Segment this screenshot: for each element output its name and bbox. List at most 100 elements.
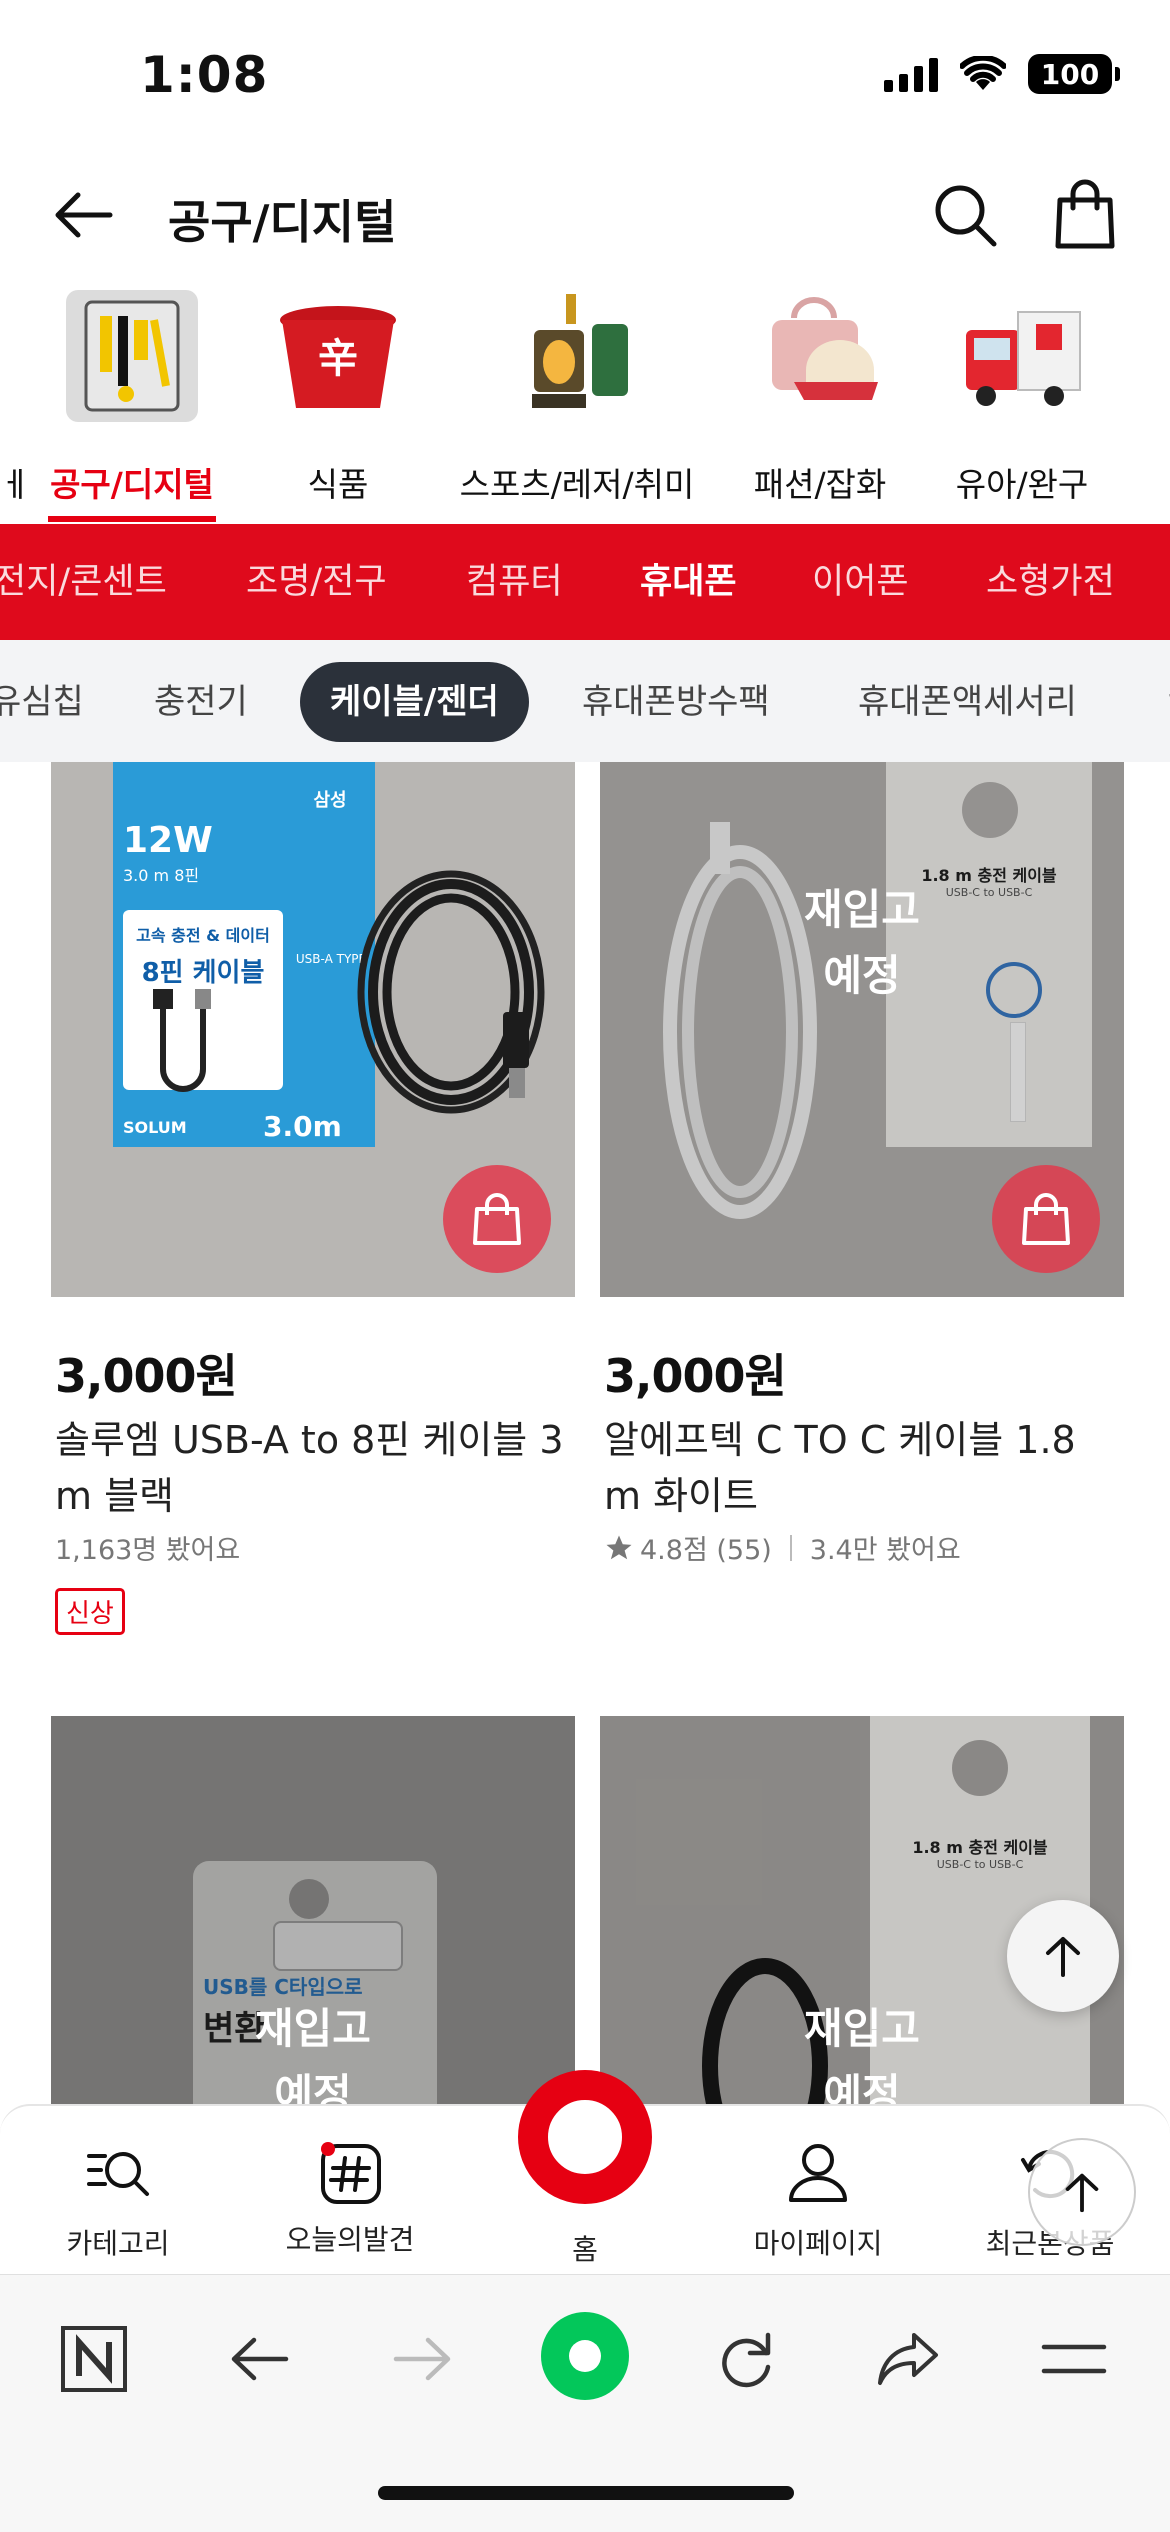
- add-to-cart-button[interactable]: [443, 1165, 551, 1273]
- subtab-lighting[interactable]: 조명/전구: [246, 524, 387, 640]
- product-name[interactable]: 알에프텍 C TO C 케이블 1.8 m 화이트: [604, 1412, 1124, 1524]
- cellular-signal-icon: [884, 56, 938, 92]
- restock-label: 재입고 예정: [804, 2004, 920, 2116]
- category-food[interactable]: 辛 식품: [268, 290, 408, 522]
- category-fashion[interactable]: 패션/잡화: [740, 290, 900, 522]
- naver-n-button[interactable]: [54, 2319, 134, 2399]
- nav-mypage[interactable]: 마이페이지: [718, 2138, 918, 2262]
- naver-green-home-button[interactable]: [540, 2311, 630, 2401]
- new-badge: 신상: [55, 1588, 125, 1635]
- svg-text:辛: 辛: [318, 336, 358, 382]
- active-category-underline: [48, 516, 216, 522]
- status-bar: 1:08 100: [0, 0, 1170, 150]
- chip-charger[interactable]: 충전기: [154, 662, 248, 742]
- subtab-small-appliance[interactable]: 소형가전: [986, 524, 1115, 640]
- restock-label: 재입고 예정: [804, 885, 920, 1000]
- browser-share-button[interactable]: [868, 2319, 948, 2399]
- product-card[interactable]: USB를 C타입으로 변환 재입고 예정: [51, 1716, 575, 2116]
- chip-cable-gender[interactable]: 케이블/젠더: [300, 662, 529, 742]
- restock-label: 재입고 예정: [255, 2004, 371, 2116]
- category-row: ㅔ 공구/디지털 辛 식품 스포츠/레저/취미 패션/잡화 유아/완구: [0, 290, 1170, 522]
- category-partial-left: ㅔ: [0, 465, 31, 504]
- subtab-battery-outlet[interactable]: 전지/콘센트: [0, 524, 167, 640]
- hashtag-icon: [315, 2138, 385, 2208]
- arrow-up-icon: [1046, 1937, 1080, 1977]
- noodle-cup-image: 辛: [272, 290, 404, 422]
- product-image[interactable]: USB를 C타입으로 변환 재입고 예정: [51, 1716, 575, 2116]
- status-time: 1:08: [140, 46, 269, 104]
- subtab-computer[interactable]: 컴퓨터: [466, 524, 563, 640]
- product-image[interactable]: 1.8 m 충전 케이블 USB-C to USB-C 재입고 예정: [600, 762, 1124, 1297]
- product-image[interactable]: 12W 3.0 m 8핀 고속 충전 & 데이터 8핀 케이블 삼성 USB-A…: [51, 762, 575, 1297]
- nav-label: 카테고리: [66, 2227, 170, 2260]
- filter-chips: 유심칩 충전기 케이블/젠더 휴대폰방수팩 휴대폰액세서리 ㅎ: [0, 640, 1170, 762]
- add-to-cart-button[interactable]: [992, 1165, 1100, 1273]
- toy-truck-image: [956, 290, 1088, 422]
- category-label: 패션/잡화: [753, 465, 887, 504]
- share-icon: [878, 2333, 938, 2385]
- product-name[interactable]: 솔루엠 USB-A to 8핀 케이블 3 m 블랙: [55, 1412, 575, 1524]
- nav-label: 마이페이지: [753, 2227, 883, 2260]
- back-arrow-icon: [231, 2337, 289, 2381]
- chip-waterproof-pouch[interactable]: 휴대폰방수팩: [582, 662, 770, 742]
- star-icon: [606, 1535, 632, 1559]
- green-dot-icon: [541, 2312, 629, 2400]
- cable-package: 12W 3.0 m 8핀 고속 충전 & 데이터 8핀 케이블 삼성 USB-A…: [113, 762, 375, 1147]
- category-tools-digital[interactable]: 공구/디지털: [48, 290, 216, 522]
- view-count: 3.4만 봤어요: [809, 1535, 961, 1566]
- chip-partial[interactable]: ㅎ: [1164, 662, 1170, 742]
- rating-text: 4.8점 (55): [640, 1535, 772, 1566]
- subtab-mobile-phone[interactable]: 휴대폰: [640, 524, 737, 640]
- browser-menu-button[interactable]: [1034, 2319, 1114, 2399]
- bag-and-cap-image: [754, 290, 886, 422]
- nav-home[interactable]: 홈: [485, 2218, 685, 2268]
- shopping-bag-icon[interactable]: [1052, 178, 1118, 250]
- subtab-earphone[interactable]: 이어폰: [812, 524, 909, 640]
- subcategory-tabs: 전지/콘센트 조명/전구 컴퓨터 휴대폰 이어폰 소형가전: [0, 524, 1170, 640]
- home-indicator: [378, 2486, 794, 2500]
- product-card[interactable]: 1.8 m 충전 케이블 USB-C to USB-C 재입고 예정 3,000…: [600, 762, 1124, 1662]
- tools-kit-image: [66, 290, 198, 422]
- arrow-up-icon: [1065, 2173, 1099, 2213]
- category-kids-toys[interactable]: 유아/완구: [940, 290, 1104, 522]
- nav-label: 홈: [572, 2233, 598, 2266]
- view-count: 1,163명 봤어요: [55, 1535, 241, 1566]
- chip-usim[interactable]: 유심칩: [0, 662, 84, 742]
- product-meta: 1,163명 봤어요: [55, 1528, 240, 1567]
- scroll-to-top-button[interactable]: [1007, 1900, 1119, 2012]
- battery-indicator: 100: [1028, 54, 1120, 94]
- scroll-to-top-secondary-button[interactable]: [1028, 2138, 1136, 2246]
- browser-back-button[interactable]: [220, 2319, 300, 2399]
- category-sports[interactable]: 스포츠/레저/취미: [450, 290, 704, 522]
- refresh-icon: [722, 2332, 771, 2388]
- header: 공구/디지털: [0, 160, 1170, 270]
- naver-n-icon: [61, 2326, 127, 2392]
- nav-label: 오늘의발견: [285, 2223, 415, 2256]
- black-cable-coil: [357, 870, 545, 1114]
- home-button[interactable]: [518, 2070, 652, 2204]
- camping-lantern-image: [512, 290, 644, 422]
- chip-phone-accessory[interactable]: 휴대폰액세서리: [858, 662, 1077, 742]
- shopping-bag-icon: [1022, 1193, 1070, 1245]
- search-icon[interactable]: [930, 180, 1000, 250]
- nav-category[interactable]: 카테고리: [18, 2138, 218, 2262]
- meta-divider: [789, 1534, 792, 1561]
- browser-refresh-button[interactable]: [706, 2319, 786, 2399]
- forward-arrow-icon: [393, 2337, 451, 2381]
- nav-today-discover[interactable]: 오늘의발견: [250, 2138, 450, 2258]
- status-icons: 100: [884, 54, 1120, 94]
- category-label: 유아/완구: [955, 465, 1089, 504]
- new-dot: [321, 2142, 335, 2156]
- product-price: 3,000원: [604, 1349, 787, 1403]
- category-label: 식품: [307, 465, 369, 504]
- category-label: 스포츠/레저/취미: [459, 465, 695, 504]
- product-price: 3,000원: [55, 1349, 238, 1403]
- product-card[interactable]: 12W 3.0 m 8핀 고속 충전 & 데이터 8핀 케이블 삼성 USB-A…: [51, 762, 575, 1662]
- category-search-icon: [87, 2152, 149, 2196]
- shopping-bag-icon: [473, 1193, 521, 1245]
- product-meta: 4.8점 (55) 3.4만 봤어요: [604, 1528, 961, 1567]
- person-icon: [789, 2144, 847, 2202]
- back-arrow-icon[interactable]: [48, 185, 118, 245]
- browser-forward-button[interactable]: [382, 2319, 462, 2399]
- wifi-icon: [960, 56, 1006, 90]
